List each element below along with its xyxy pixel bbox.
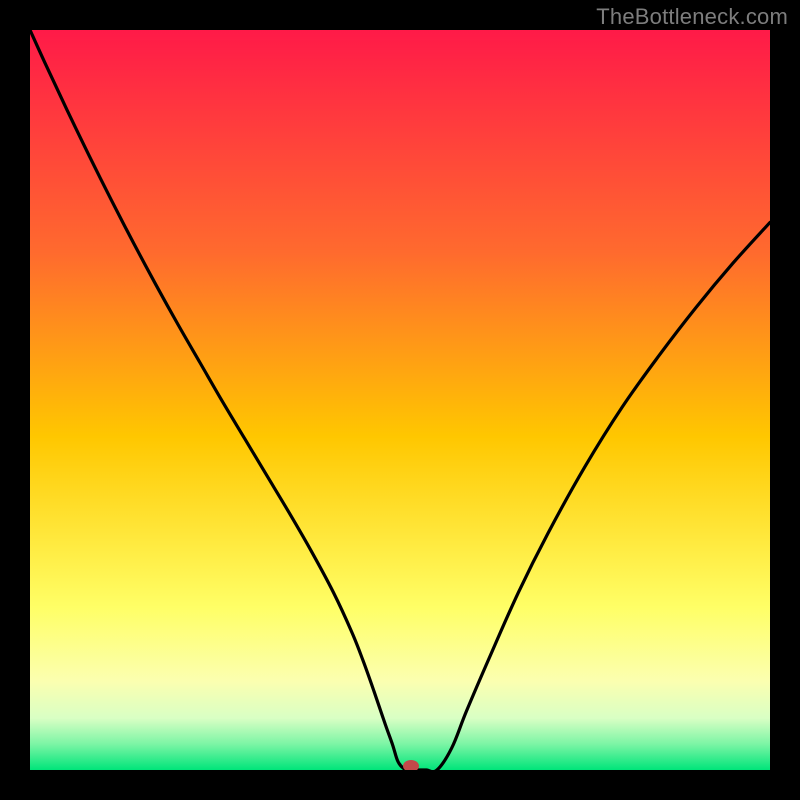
chart-frame: TheBottleneck.com [0, 0, 800, 800]
watermark-text: TheBottleneck.com [596, 4, 788, 30]
optimal-marker [403, 760, 419, 770]
bottleneck-curve [30, 30, 770, 770]
plot-area [30, 30, 770, 770]
